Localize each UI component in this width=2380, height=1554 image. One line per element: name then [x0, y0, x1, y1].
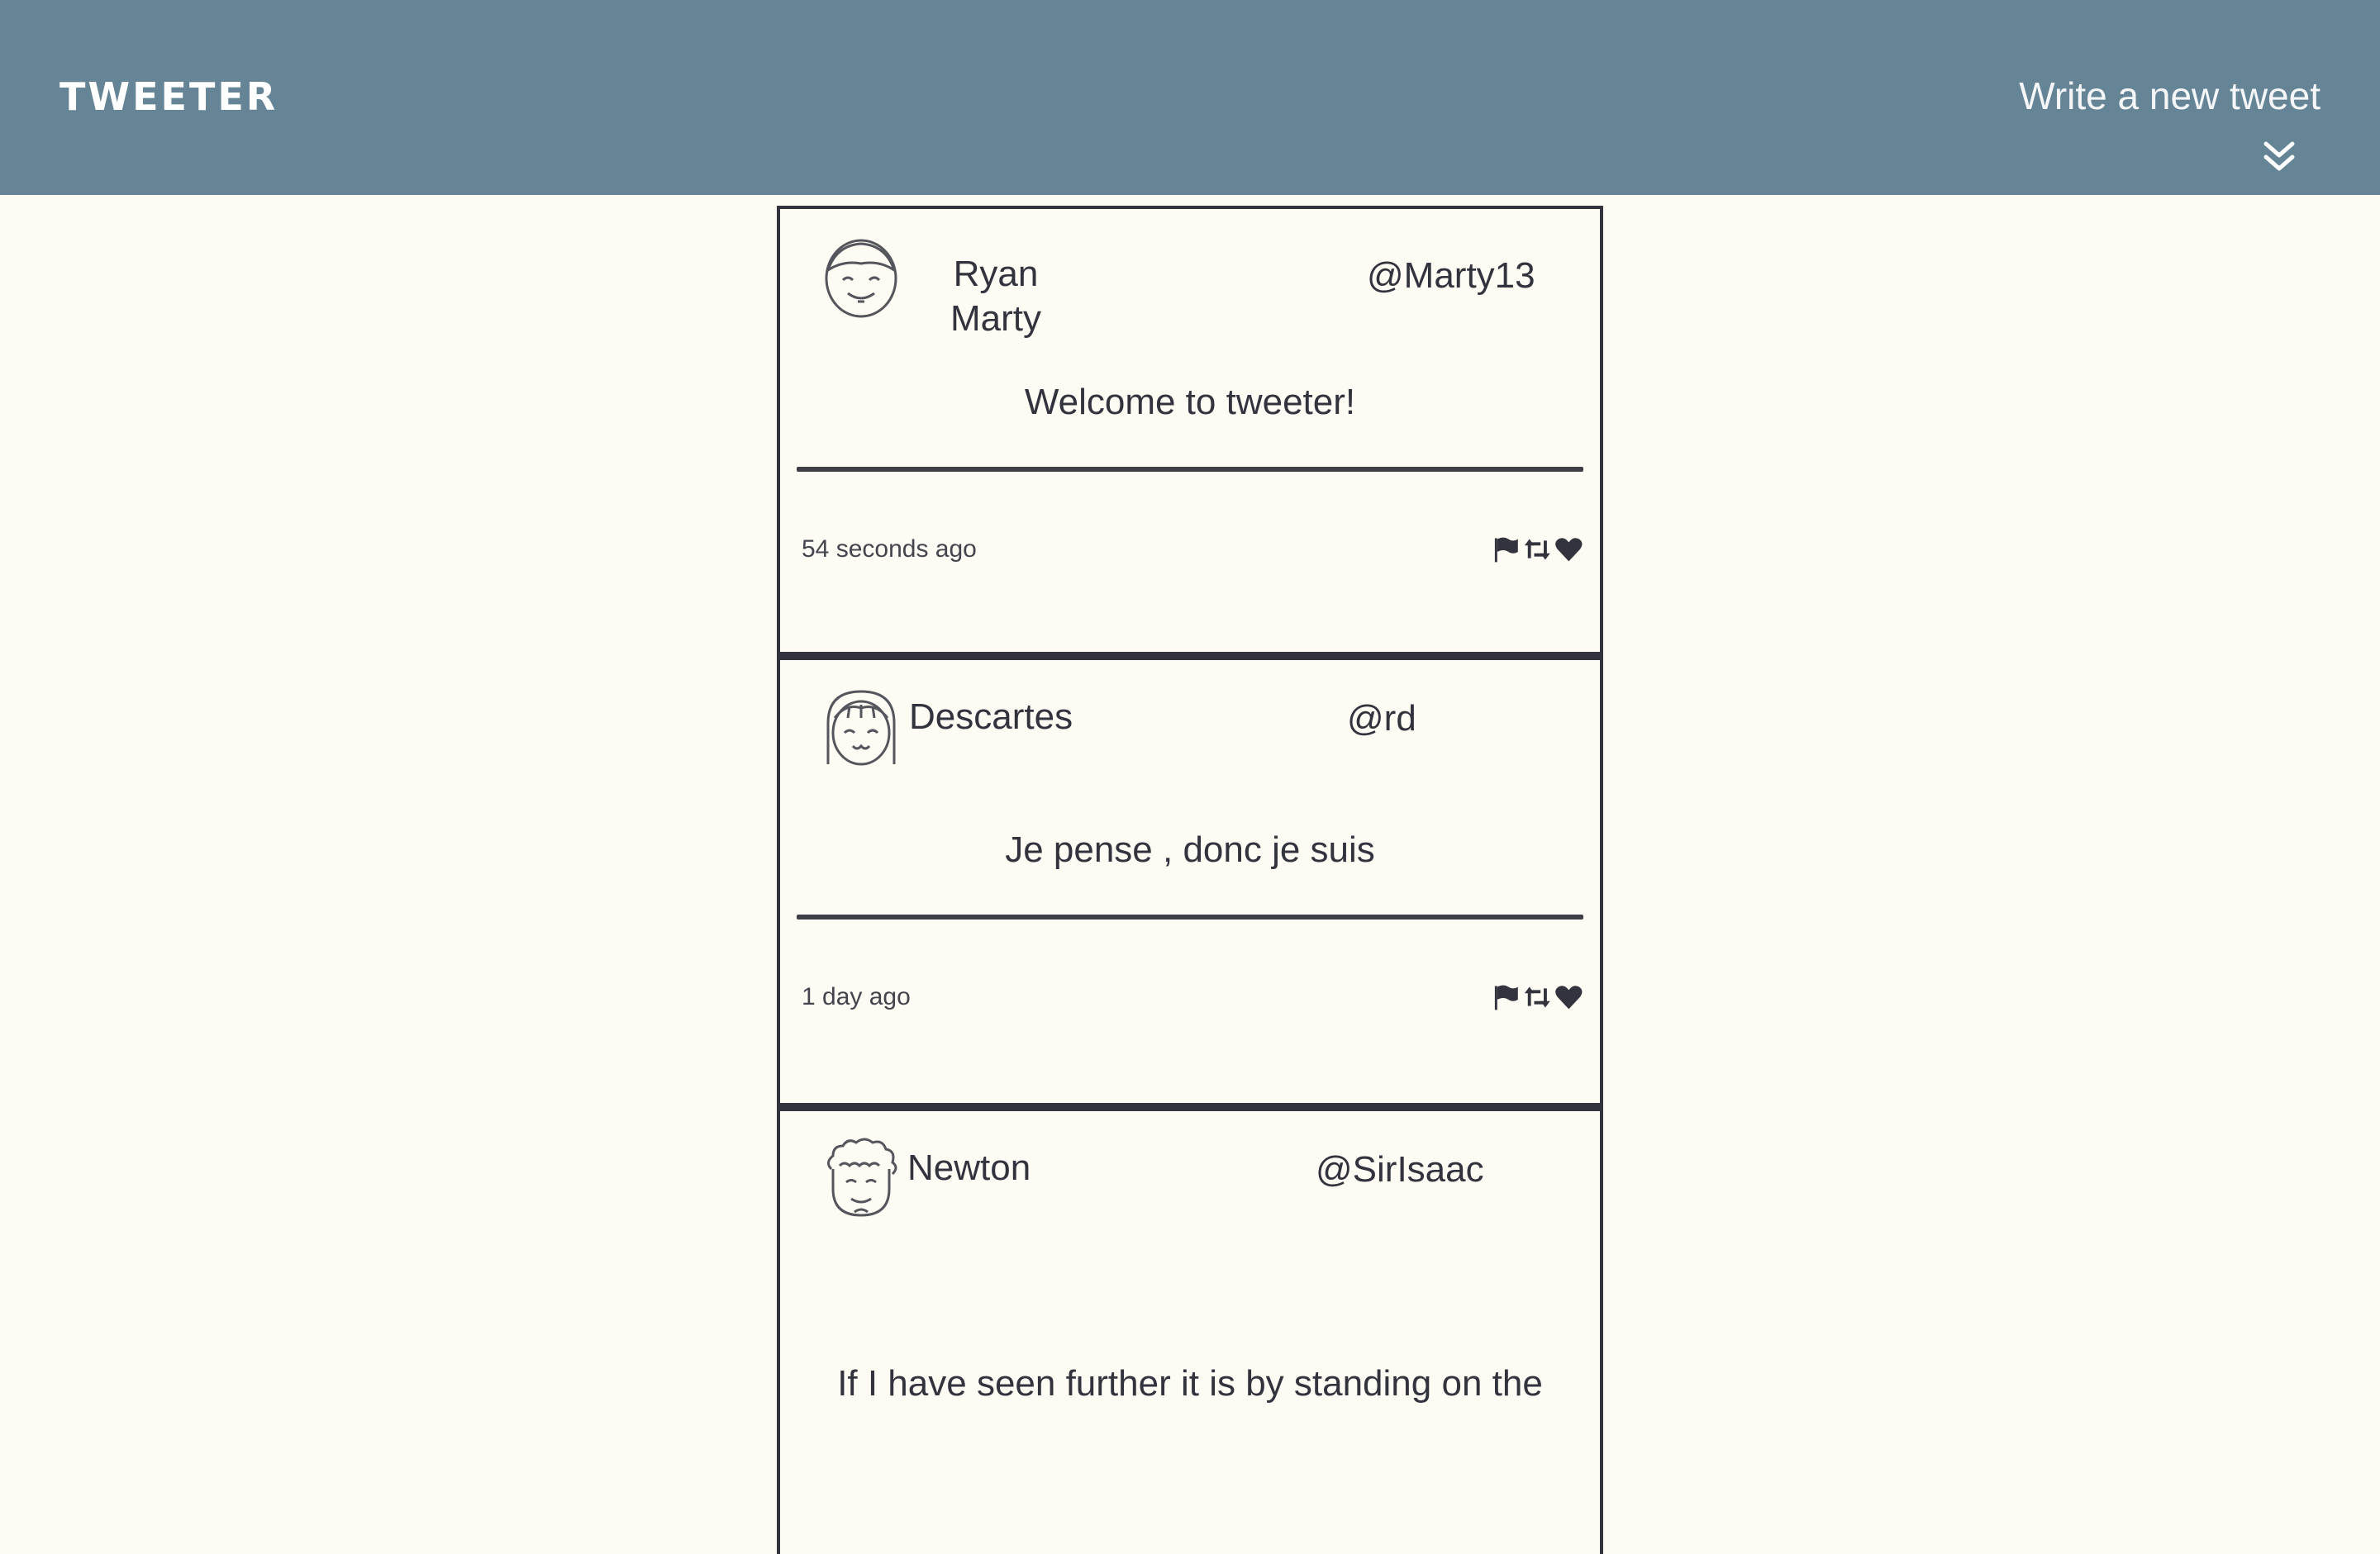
tweet-text: If I have seen further it is by standing… [837, 1363, 1543, 1404]
author-name: Ryan Marty [950, 254, 1041, 339]
write-new-tweet-toggle[interactable]: Write a new tweet [1940, 69, 2320, 185]
tweet-divider [797, 915, 1583, 920]
tweet-text: Welcome to tweeter! [1024, 382, 1356, 422]
flag-icon[interactable] [1492, 535, 1520, 563]
author-handle: @SirIsaac [1316, 1149, 1484, 1190]
curly-hair-avatar-icon [827, 1138, 897, 1217]
app-logo[interactable]: TWEETER [60, 73, 278, 121]
double-chevron-down-icon[interactable] [2261, 139, 2297, 175]
author-name: Newton [907, 1148, 1031, 1188]
heart-icon[interactable] [1554, 535, 1583, 563]
tweet-card: Newton @SirIsaac If I have seen further … [777, 1108, 1603, 1554]
tweet-actions [1492, 533, 1583, 566]
tweet-divider [797, 467, 1583, 472]
smiling-face-avatar-icon [825, 239, 897, 318]
author-name: Descartes [909, 696, 1073, 737]
top-nav: TWEETER Write a new tweet [0, 0, 2380, 195]
author-handle: @Marty13 [1367, 255, 1535, 296]
heart-icon[interactable] [1554, 983, 1583, 1011]
girl-with-bangs-avatar-icon [826, 690, 896, 766]
tweet-timestamp: 54 seconds ago [802, 535, 977, 563]
retweet-icon[interactable] [1523, 983, 1552, 1011]
tweet-feed: Ryan Marty @Marty13 Welcome to tweeter! … [777, 206, 1603, 1554]
tweet-timestamp: 1 day ago [802, 983, 911, 1010]
retweet-icon[interactable] [1523, 535, 1552, 563]
flag-icon[interactable] [1492, 983, 1520, 1011]
tweet-actions [1492, 981, 1583, 1014]
author-handle: @rd [1347, 698, 1416, 739]
tweet-card: Descartes @rd Je pense , donc je suis 1 … [777, 657, 1603, 1113]
write-new-tweet-label[interactable]: Write a new tweet [1940, 69, 2320, 122]
tweet-text: Je pense , donc je suis [1005, 829, 1375, 870]
tweet-card: Ryan Marty @Marty13 Welcome to tweeter! … [777, 206, 1603, 662]
